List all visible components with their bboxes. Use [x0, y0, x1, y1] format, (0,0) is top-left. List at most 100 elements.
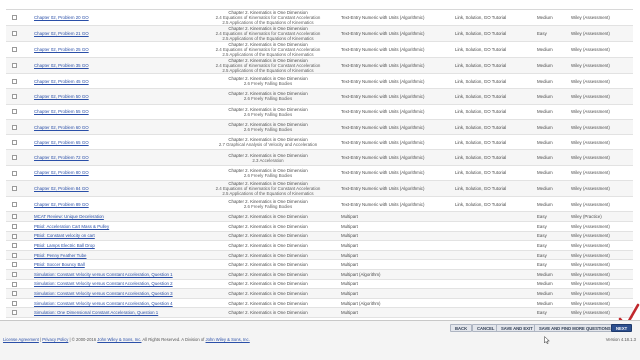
chapter-cell: Chapter 2. Kinematics in One Dimension	[199, 298, 337, 309]
select-cell	[6, 165, 34, 182]
question-type: Text-Entry Numeric with Units (Algorithm…	[337, 134, 455, 151]
question-difficulty: Easy	[537, 240, 571, 251]
question-source: Wiley (Assessment)	[571, 149, 633, 166]
question-features: Link, Solution, GO Tutorial	[455, 25, 537, 42]
row-checkbox[interactable]	[12, 243, 17, 249]
question-features	[455, 211, 537, 222]
question-link[interactable]: Chapter 02, Problem 25 GO	[34, 47, 89, 52]
privacy-policy-link[interactable]: Privacy Policy	[42, 337, 68, 342]
row-checkbox[interactable]	[12, 300, 17, 306]
chapter-section: 2.6 Freely Falling Bodies	[243, 81, 293, 87]
row-checkbox[interactable]	[12, 155, 17, 161]
chapter-section: 2.6 Freely Falling Bodies	[243, 111, 293, 117]
question-source: Wiley (Assessment)	[571, 269, 633, 280]
table-row: PBiol: Lamps Electric Ball Drop Chapter 2…	[6, 240, 633, 251]
question-link[interactable]: Chapter 02, Problem 20 GO	[34, 15, 89, 20]
back-button[interactable]: Back	[450, 324, 473, 332]
license-agreement-link[interactable]: License Agreement	[3, 337, 39, 342]
chapter-title: Chapter 2. Kinematics in One Dimension	[228, 310, 308, 316]
question-link[interactable]: Chapter 02, Problem 72 GO	[34, 155, 89, 160]
row-checkbox[interactable]	[12, 233, 17, 239]
question-difficulty: Easy	[537, 211, 571, 222]
question-link[interactable]: Chapter 02, Problem 50 GO	[34, 94, 89, 99]
row-checkbox[interactable]	[12, 201, 17, 207]
question-link[interactable]: Chapter 02, Problem 65 GO	[34, 140, 89, 145]
question-link[interactable]: Chapter 02, Problem 55 GO	[34, 109, 89, 114]
name-cell: Chapter 02, Problem 55 GO	[34, 104, 199, 120]
question-difficulty: Medium	[537, 298, 571, 309]
question-link[interactable]: Chapter 02, Problem 21 GO	[34, 31, 89, 36]
row-checkbox[interactable]	[12, 63, 17, 69]
question-type: Text-Entry Numeric with Units (Algorithm…	[337, 196, 455, 213]
row-checkbox[interactable]	[12, 252, 17, 258]
question-link[interactable]: MCAT Review: Unique Deceleration	[34, 214, 104, 219]
question-link[interactable]: Chapter 02, Problem 80 GO	[34, 170, 89, 175]
chapter-cell: Chapter 2. Kinematics in One Dimension	[199, 221, 337, 232]
question-link[interactable]: Chapter 02, Problem 35 GO	[34, 63, 89, 68]
question-difficulty: Medium	[537, 134, 571, 151]
question-link[interactable]: Chapter 02, Problem 60 GO	[34, 125, 89, 130]
row-checkbox[interactable]	[12, 31, 17, 37]
question-difficulty: Medium	[537, 41, 571, 58]
question-source: Wiley (Practice)	[571, 211, 633, 222]
question-link[interactable]: PBiol: Lamps Electric Ball Drop	[34, 243, 95, 248]
name-cell: Chapter 02, Problem 72 GO	[34, 149, 199, 166]
question-type: Multipart	[337, 279, 455, 290]
save-and-exit-button[interactable]: Save and Exit	[496, 324, 538, 332]
next-button[interactable]: Next	[611, 324, 633, 332]
question-type: Multipart	[337, 307, 455, 318]
question-link[interactable]: Simulation: Constant Velocity versus Con…	[34, 272, 173, 277]
question-link[interactable]: Chapter 02, Problem 84 GO	[34, 186, 89, 191]
question-link[interactable]: Simulation: One Dimensional Constant Acc…	[34, 310, 158, 315]
row-checkbox[interactable]	[12, 109, 17, 115]
row-checkbox[interactable]	[12, 124, 17, 130]
save-and-find-more-button[interactable]: Save and Find More Questions	[534, 324, 616, 332]
question-source: Wiley (Assessment)	[571, 165, 633, 182]
question-source: Wiley (Assessment)	[571, 88, 633, 105]
row-checkbox[interactable]	[12, 78, 17, 84]
question-type: Multipart	[337, 211, 455, 222]
question-link[interactable]: PBiol: Soccer Bouncy Ball	[34, 262, 85, 267]
question-type: Text-Entry Numeric with Units (Algorithm…	[337, 41, 455, 58]
select-cell	[6, 231, 34, 242]
table-row: Simulation: Constant Velocity versus Con…	[6, 279, 633, 290]
select-cell	[6, 259, 34, 270]
row-checkbox[interactable]	[12, 223, 17, 229]
question-link[interactable]: PBiol: Constant velocity on cart	[34, 233, 95, 238]
row-checkbox[interactable]	[12, 281, 17, 287]
question-link[interactable]: Simulation: Constant Velocity versus Con…	[34, 301, 173, 306]
company-link[interactable]: John Wiley & Sons, Inc.	[97, 337, 141, 342]
chapter-cell: Chapter 2. Kinematics in One Dimension	[199, 211, 337, 222]
question-link[interactable]: Chapter 02, Problem 45 GO	[34, 79, 89, 84]
select-cell	[6, 88, 34, 105]
name-cell: Chapter 02, Problem 60 GO	[34, 119, 199, 136]
question-difficulty: Medium	[537, 88, 571, 105]
chapter-title: Chapter 2. Kinematics in One Dimension	[228, 152, 308, 158]
row-checkbox[interactable]	[12, 170, 17, 176]
chapter-cell: Chapter 2. Kinematics in One Dimension	[199, 288, 337, 299]
row-checkbox[interactable]	[12, 140, 17, 145]
question-link[interactable]: Chapter 02, Problem 89 GO	[34, 202, 89, 207]
row-checkbox[interactable]	[12, 15, 17, 21]
question-link[interactable]: Simulation: Constant Velocity versus Con…	[34, 291, 173, 296]
chapter-cell: Chapter 2. Kinematics in One Dimension 2.…	[199, 165, 337, 182]
question-features: Link, Solution, GO Tutorial	[455, 104, 537, 120]
chapter-section: 2.5 Applications of the Equations of Kin…	[222, 20, 314, 25]
row-checkbox[interactable]	[12, 186, 17, 192]
question-link[interactable]: Simulation: Constant Velocity versus Con…	[34, 281, 173, 286]
question-type: Text-Entry Numeric with Units (Algorithm…	[337, 73, 455, 90]
table-row: Simulation: Constant Velocity versus Con…	[6, 288, 633, 299]
row-checkbox[interactable]	[12, 310, 17, 316]
row-checkbox[interactable]	[12, 271, 17, 277]
question-features: Link, Solution, GO Tutorial	[455, 73, 537, 90]
question-link[interactable]: PBiol: Penny Feather Tube	[34, 253, 86, 258]
row-checkbox[interactable]	[12, 94, 17, 100]
chapter-title: Chapter 2. Kinematics in One Dimension	[228, 233, 308, 239]
row-checkbox[interactable]	[12, 291, 17, 297]
row-checkbox[interactable]	[12, 262, 17, 268]
row-checkbox[interactable]	[12, 47, 17, 53]
company-link-2[interactable]: John Wiley & Sons, Inc.	[206, 337, 250, 342]
question-link[interactable]: PBiol: Acceleration Cart Mass & Pulley	[34, 224, 109, 229]
row-checkbox[interactable]	[12, 214, 17, 220]
select-cell	[6, 57, 34, 74]
